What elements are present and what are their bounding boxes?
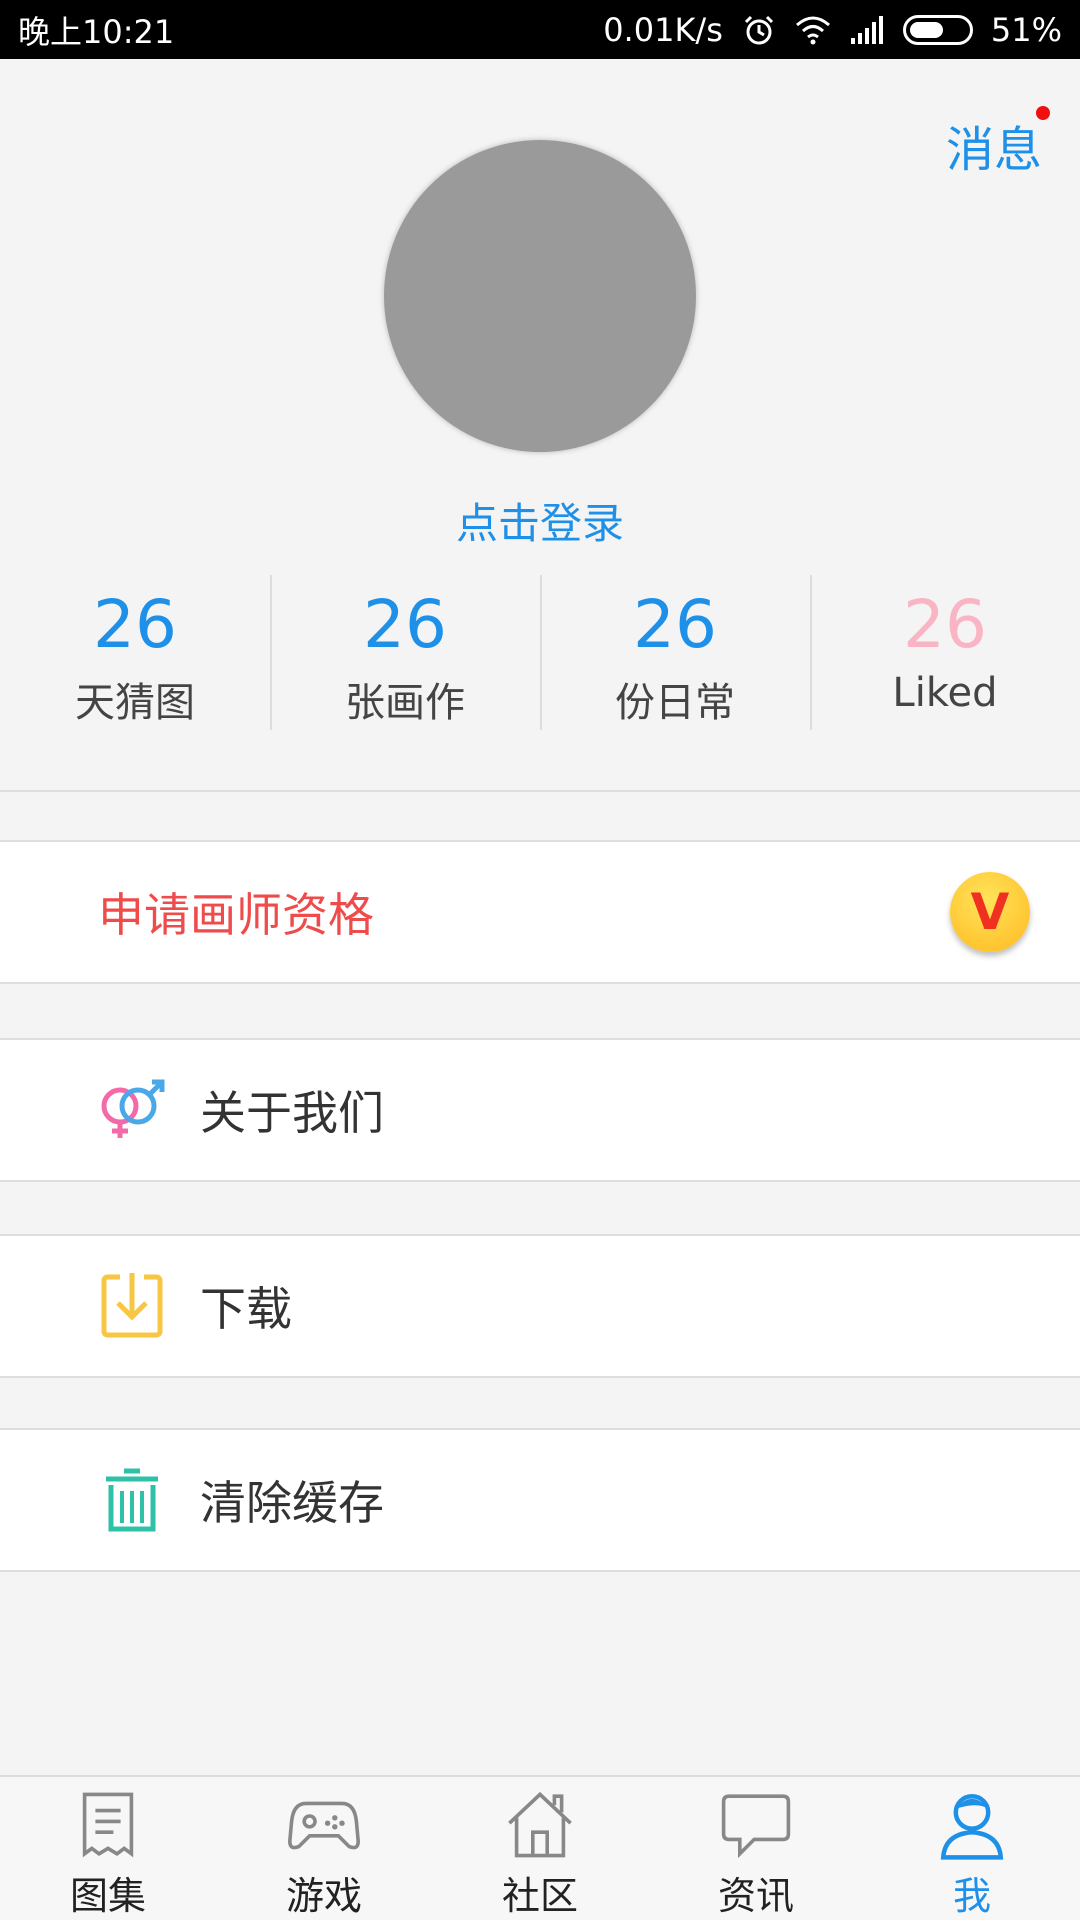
- status-time: 晚上10:21: [18, 12, 175, 51]
- nav-label: 我: [952, 1874, 991, 1918]
- trash-icon: [92, 1460, 172, 1540]
- network-speed: 0.01K/s: [603, 10, 723, 49]
- album-icon: [82, 1792, 134, 1858]
- clear-cache-row[interactable]: 清除缓存: [0, 1428, 1080, 1572]
- signal-icon: [850, 15, 883, 44]
- nav-tab-news[interactable]: 资讯: [648, 1777, 864, 1920]
- avatar[interactable]: [384, 140, 696, 452]
- stats-row: 26 天猜图 26 张画作 26 份日常 26 Liked: [0, 575, 1080, 730]
- alarm-icon: [744, 15, 773, 44]
- nav-tab-community[interactable]: 社区: [432, 1777, 648, 1920]
- stat-label: Liked: [892, 670, 998, 717]
- stat-liked[interactable]: 26 Liked: [810, 575, 1080, 730]
- stat-label: 份日常: [615, 680, 735, 727]
- battery-icon: [902, 14, 973, 45]
- user-icon: [940, 1793, 1004, 1860]
- gender-symbol-icon: [92, 1070, 172, 1150]
- status-right: 0.01K/s 51%: [603, 11, 1062, 49]
- nav-label: 图集: [69, 1874, 146, 1918]
- gamepad-icon: [287, 1801, 361, 1850]
- stat-value: 26: [363, 586, 447, 663]
- chat-bubble-icon: [721, 1794, 791, 1859]
- bottom-nav: 图集 游戏 社区 资讯 我: [0, 1775, 1080, 1920]
- apply-artist-row[interactable]: 申请画师资格 V: [0, 840, 1080, 984]
- stat-value: 26: [903, 586, 987, 663]
- section-divider: [0, 790, 1080, 792]
- stat-value: 26: [93, 586, 177, 663]
- nav-label: 社区: [501, 1874, 578, 1918]
- stat-daily[interactable]: 26 份日常: [540, 575, 810, 730]
- download-icon: [92, 1266, 172, 1346]
- vip-badge-icon: V: [950, 872, 1030, 952]
- apply-artist-label: 申请画师资格: [98, 888, 374, 942]
- wifi-icon: [795, 16, 830, 44]
- status-bar: 晚上10:21 0.01K/s 51%: [0, 0, 1080, 59]
- stat-artworks[interactable]: 26 张画作: [270, 575, 540, 730]
- about-us-label: 关于我们: [200, 1086, 384, 1140]
- clear-cache-label: 清除缓存: [200, 1476, 384, 1530]
- about-us-row[interactable]: 关于我们: [0, 1038, 1080, 1182]
- stat-guess-days[interactable]: 26 天猜图: [0, 575, 270, 730]
- messages-button[interactable]: 消息: [946, 110, 1042, 180]
- nav-tab-me[interactable]: 我: [864, 1777, 1080, 1920]
- battery-percent: 51%: [990, 10, 1062, 49]
- download-row[interactable]: 下载: [0, 1234, 1080, 1378]
- nav-tab-album[interactable]: 图集: [0, 1777, 216, 1920]
- stat-label: 天猜图: [75, 680, 195, 727]
- stat-value: 26: [633, 586, 717, 663]
- home-icon: [508, 1791, 572, 1858]
- nav-label: 游戏: [285, 1874, 362, 1918]
- unread-indicator: [1036, 106, 1050, 120]
- download-label: 下载: [200, 1282, 292, 1336]
- login-link[interactable]: 点击登录: [0, 490, 1080, 551]
- stat-label: 张画作: [345, 680, 465, 727]
- nav-label: 资讯: [717, 1874, 794, 1918]
- nav-tab-games[interactable]: 游戏: [216, 1777, 432, 1920]
